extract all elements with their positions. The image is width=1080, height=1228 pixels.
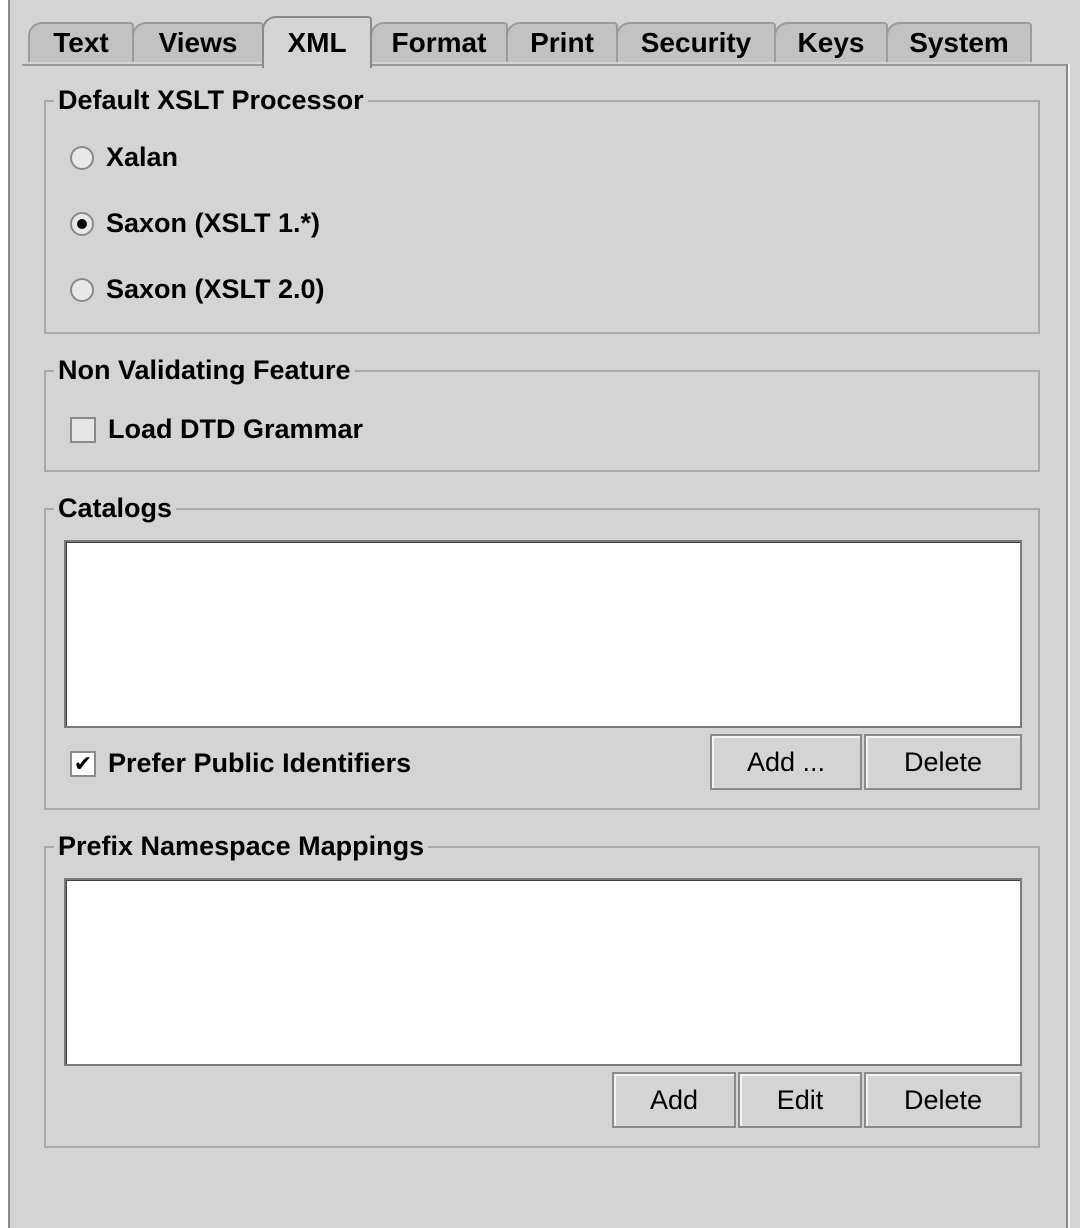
group-title: Non Validating Feature (54, 352, 355, 388)
group-title: Catalogs (54, 490, 177, 526)
mapping-add-button[interactable]: Add (612, 1072, 736, 1128)
checkbox[interactable] (70, 416, 96, 443)
radio-label: Saxon (XSLT 1.*) (106, 208, 321, 238)
button-label: Add ... (746, 746, 826, 777)
checkbox-checked[interactable]: ✔ (70, 750, 96, 777)
catalog-delete-button[interactable]: Delete (864, 734, 1022, 790)
radio-button[interactable] (70, 145, 94, 170)
xslt-processor-group: Default XSLT Processor Xalan Saxon (XSLT… (44, 82, 1040, 334)
tab-label: Views (158, 27, 238, 58)
tab-label: Print (530, 27, 594, 58)
tab-label: Security (640, 27, 752, 58)
non-validating-group: Non Validating Feature Load DTD Grammar (44, 352, 1040, 472)
tab-xml[interactable]: XML (262, 16, 372, 68)
tab-label: XML (287, 27, 347, 58)
tab-views[interactable]: Views (132, 22, 264, 62)
panel-right-highlight (1068, 64, 1070, 1228)
mappings-list[interactable] (64, 878, 1022, 1066)
button-label: Add (649, 1084, 699, 1115)
tab-panel-border (22, 64, 1070, 66)
radio-button[interactable] (70, 277, 94, 302)
prefer-public-checkbox[interactable]: ✔ Prefer Public Identifiers (70, 748, 411, 779)
radio-label: Saxon (XSLT 2.0) (106, 274, 325, 304)
tab-format[interactable]: Format (370, 22, 508, 62)
tab-system[interactable]: System (886, 22, 1032, 62)
tab-label: System (909, 27, 1009, 58)
group-title: Prefix Namespace Mappings (54, 828, 429, 864)
tab-label: Text (53, 27, 109, 58)
namespace-mappings-group: Prefix Namespace Mappings Add Edit Delet… (44, 828, 1040, 1148)
radio-button-selected[interactable] (70, 211, 94, 236)
tab-bar: Text Views XML Format Print Security Key… (8, 0, 1080, 70)
checkbox-label: Load DTD Grammar (108, 414, 364, 444)
tab-security[interactable]: Security (616, 22, 776, 62)
button-label: Delete (903, 746, 983, 777)
radio-saxon-1[interactable]: Saxon (XSLT 1.*) (70, 208, 320, 239)
mapping-edit-button[interactable]: Edit (738, 1072, 862, 1128)
preferences-window: Text Views XML Format Print Security Key… (8, 0, 1080, 1228)
catalog-add-button[interactable]: Add ... (710, 734, 862, 790)
catalogs-list[interactable] (64, 540, 1022, 728)
tab-label: Format (391, 27, 487, 58)
radio-label: Xalan (106, 142, 179, 172)
load-dtd-checkbox[interactable]: Load DTD Grammar (70, 414, 363, 445)
tab-keys[interactable]: Keys (774, 22, 888, 62)
catalogs-group: Catalogs ✔ Prefer Public Identifiers Add… (44, 490, 1040, 810)
tab-label: Keys (797, 27, 865, 58)
tab-text[interactable]: Text (28, 22, 134, 62)
radio-saxon-2[interactable]: Saxon (XSLT 2.0) (70, 274, 325, 305)
tab-print[interactable]: Print (506, 22, 618, 62)
button-label: Delete (903, 1084, 983, 1115)
radio-xalan[interactable]: Xalan (70, 142, 178, 173)
mapping-delete-button[interactable]: Delete (864, 1072, 1022, 1128)
checkbox-label: Prefer Public Identifiers (108, 748, 412, 778)
group-title: Default XSLT Processor (54, 82, 368, 118)
button-label: Edit (776, 1084, 824, 1115)
